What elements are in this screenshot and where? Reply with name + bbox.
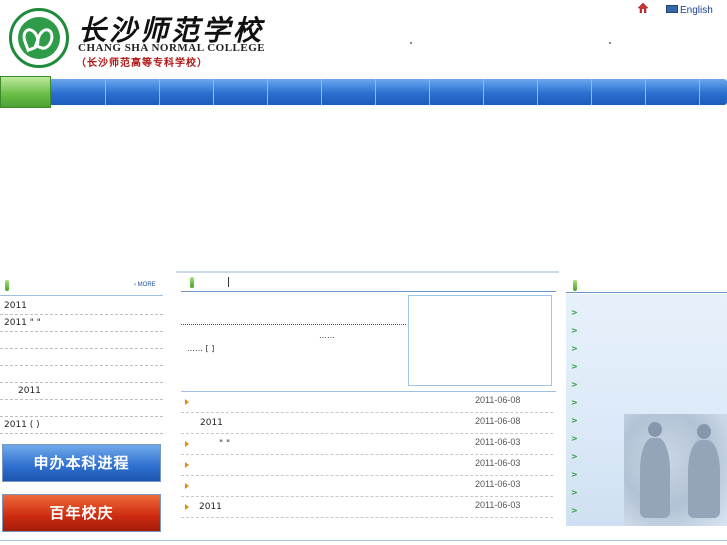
footer-divider	[0, 540, 727, 541]
list-item[interactable]: 2011	[0, 298, 163, 315]
news-row[interactable]: 2011-06-08	[181, 392, 553, 413]
section-marker-icon	[573, 280, 577, 291]
college-subtitle: （长沙师范高等专科学校）	[76, 58, 208, 69]
news-row[interactable]: 2011 2011-06-08	[181, 413, 553, 434]
news-date: 2011-06-08	[475, 416, 521, 426]
nav-item[interactable]	[268, 79, 322, 105]
news-row[interactable]: 2011 2011-06-03	[181, 497, 553, 518]
headline-underline	[181, 324, 406, 325]
undergraduate-application-banner[interactable]: 申办本科进程	[2, 444, 161, 482]
list-item[interactable]: 2011	[0, 383, 163, 400]
site-header: 长沙师范学校 CHANG SHA NORMAL COLLEGE （长沙师范高等专…	[0, 0, 727, 74]
right-list-panel: > > > > > > > > > > > >	[566, 294, 727, 526]
right-column: > > > > > > > > > > > >	[566, 271, 727, 545]
section-marker-icon	[190, 277, 194, 288]
list-item[interactable]	[0, 400, 163, 417]
news-row[interactable]: 2011-06-03	[181, 476, 553, 497]
list-arrow-icon[interactable]: >	[571, 326, 578, 335]
text-cursor	[228, 277, 229, 287]
centennial-banner[interactable]: 百年校庆	[2, 494, 161, 532]
nav-item[interactable]	[322, 79, 376, 105]
more-link[interactable]: › MORE	[134, 282, 156, 288]
section-marker-icon	[5, 280, 9, 291]
list-arrow-icon[interactable]: >	[571, 308, 578, 317]
list-arrow-icon[interactable]: >	[571, 506, 578, 515]
news-row[interactable]: 2011-06-03	[181, 455, 553, 476]
news-title[interactable]: " "	[199, 439, 230, 449]
bullet-arrow-icon	[185, 462, 189, 468]
section-divider	[0, 295, 163, 296]
list-arrow-icon[interactable]: >	[571, 380, 578, 389]
nav-item[interactable]	[214, 79, 268, 105]
main-nav	[0, 76, 727, 108]
nav-item[interactable]	[484, 79, 538, 105]
bullet-arrow-icon	[185, 399, 189, 405]
section-top-border	[176, 271, 559, 273]
list-arrow-icon[interactable]: >	[571, 488, 578, 497]
nav-item[interactable]	[538, 79, 592, 105]
english-link[interactable]: English	[680, 5, 713, 16]
section-divider	[181, 291, 556, 292]
bullet-arrow-icon	[185, 441, 189, 447]
nav-item[interactable]	[646, 79, 700, 105]
news-date: 2011-06-03	[475, 500, 521, 510]
home-icon[interactable]	[638, 3, 648, 13]
nav-item[interactable]	[592, 79, 646, 105]
news-title[interactable]: 2011	[200, 418, 223, 428]
header-dot	[410, 42, 412, 44]
news-date: 2011-06-08	[475, 395, 521, 405]
nav-item[interactable]	[160, 79, 214, 105]
nav-end-cap	[700, 79, 727, 105]
list-arrow-icon[interactable]: >	[571, 452, 578, 461]
list-arrow-icon[interactable]: >	[571, 398, 578, 407]
historical-photo	[624, 414, 727, 526]
list-item[interactable]: 2011 " "	[0, 315, 163, 332]
bullet-arrow-icon	[185, 483, 189, 489]
news-date: 2011-06-03	[475, 479, 521, 489]
list-item[interactable]: 2011 ( )	[0, 417, 163, 434]
list-arrow-icon[interactable]: >	[571, 344, 578, 353]
headline-ellipsis: ……	[319, 331, 335, 340]
college-name-en: CHANG SHA NORMAL COLLEGE	[78, 42, 266, 54]
nav-item[interactable]	[51, 79, 106, 105]
page: 长沙师范学校 CHANG SHA NORMAL COLLEGE （长沙师范高等专…	[0, 0, 727, 545]
college-logo-icon[interactable]	[9, 8, 69, 68]
list-arrow-icon[interactable]: >	[571, 434, 578, 443]
left-column: › MORE 2011 2011 " " 2011 2011 ( ) 申办本科进…	[0, 271, 168, 545]
nav-item[interactable]	[430, 79, 484, 105]
nav-home-tab[interactable]	[0, 76, 51, 108]
list-item[interactable]	[0, 332, 163, 349]
list-item[interactable]	[0, 366, 163, 383]
nav-item[interactable]	[376, 79, 430, 105]
list-arrow-icon[interactable]: >	[571, 362, 578, 371]
news-title[interactable]: 2011	[199, 502, 222, 512]
section-divider	[566, 292, 727, 293]
headline-photo[interactable]	[408, 295, 552, 386]
middle-column: …… …… [ ] 2011-06-08 2011 2011-06-08 " "…	[176, 271, 559, 545]
book-icon	[666, 5, 678, 13]
nav-item[interactable]	[106, 79, 160, 105]
headline-more-link[interactable]: …… [ ]	[187, 344, 214, 353]
bullet-arrow-icon	[185, 504, 189, 510]
list-item[interactable]	[0, 349, 163, 366]
header-dot	[609, 42, 611, 44]
news-row[interactable]: " " 2011-06-03	[181, 434, 553, 455]
news-date: 2011-06-03	[475, 458, 521, 468]
list-arrow-icon[interactable]: >	[571, 470, 578, 479]
news-date: 2011-06-03	[475, 437, 521, 447]
list-arrow-icon[interactable]: >	[571, 416, 578, 425]
